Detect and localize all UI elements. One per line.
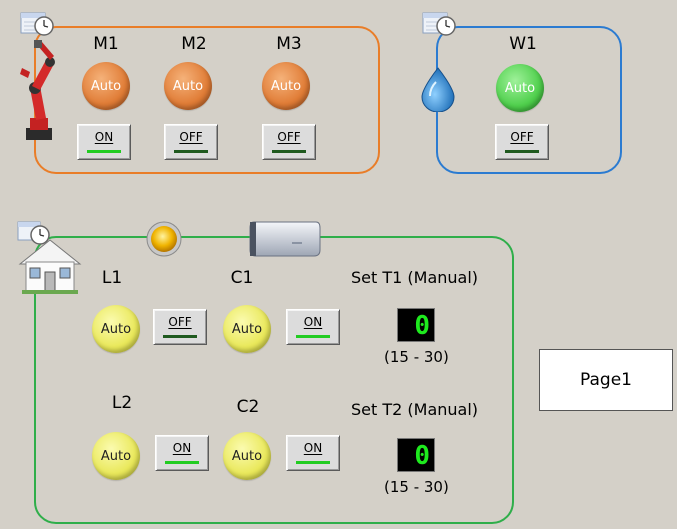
air-conditioner-icon xyxy=(249,221,321,257)
w1-mode-lamp[interactable]: Auto xyxy=(496,64,544,112)
t2-range-label: (15 - 30) xyxy=(384,478,449,496)
t2-setpoint-display[interactable]: 0 xyxy=(397,438,435,472)
calendar-clock-icon xyxy=(422,12,456,36)
c1-title: C1 xyxy=(230,268,254,288)
l2-switch-button[interactable]: ON xyxy=(155,435,209,471)
house-icon xyxy=(17,221,82,294)
m1-mode-lamp[interactable]: Auto xyxy=(82,62,130,110)
w1-title: W1 xyxy=(509,34,537,54)
set-t2-label: Set T2 (Manual) xyxy=(351,400,479,419)
c2-switch-button[interactable]: ON xyxy=(286,435,340,471)
m2-mode-lamp[interactable]: Auto xyxy=(164,62,212,110)
t1-setpoint-display[interactable]: 0 xyxy=(397,308,435,342)
m3-title: M3 xyxy=(276,34,302,54)
l1-title: L1 xyxy=(101,268,123,288)
m1-title: M1 xyxy=(93,34,119,54)
w1-switch-button[interactable]: OFF xyxy=(495,124,549,160)
m1-switch-button[interactable]: ON xyxy=(77,124,131,160)
c2-title: C2 xyxy=(236,397,260,417)
m2-switch-button[interactable]: OFF xyxy=(164,124,218,160)
l2-title: L2 xyxy=(111,393,133,413)
c2-mode-lamp[interactable]: Auto xyxy=(223,432,271,480)
m3-mode-lamp[interactable]: Auto xyxy=(262,62,310,110)
m2-title: M2 xyxy=(181,34,207,54)
bulb-icon xyxy=(146,221,182,257)
calendar-clock-icon xyxy=(20,12,54,36)
water-drop-icon xyxy=(421,67,455,112)
page1-button[interactable]: Page1 xyxy=(539,349,673,411)
robot-arm-icon xyxy=(20,40,55,140)
set-t1-label: Set T1 (Manual) xyxy=(351,268,479,287)
m3-switch-button[interactable]: OFF xyxy=(262,124,316,160)
t1-range-label: (15 - 30) xyxy=(384,348,449,366)
c1-switch-button[interactable]: ON xyxy=(286,309,340,345)
l2-mode-lamp[interactable]: Auto xyxy=(92,432,140,480)
l1-switch-button[interactable]: OFF xyxy=(153,309,207,345)
l1-mode-lamp[interactable]: Auto xyxy=(92,305,140,353)
c1-mode-lamp[interactable]: Auto xyxy=(223,305,271,353)
